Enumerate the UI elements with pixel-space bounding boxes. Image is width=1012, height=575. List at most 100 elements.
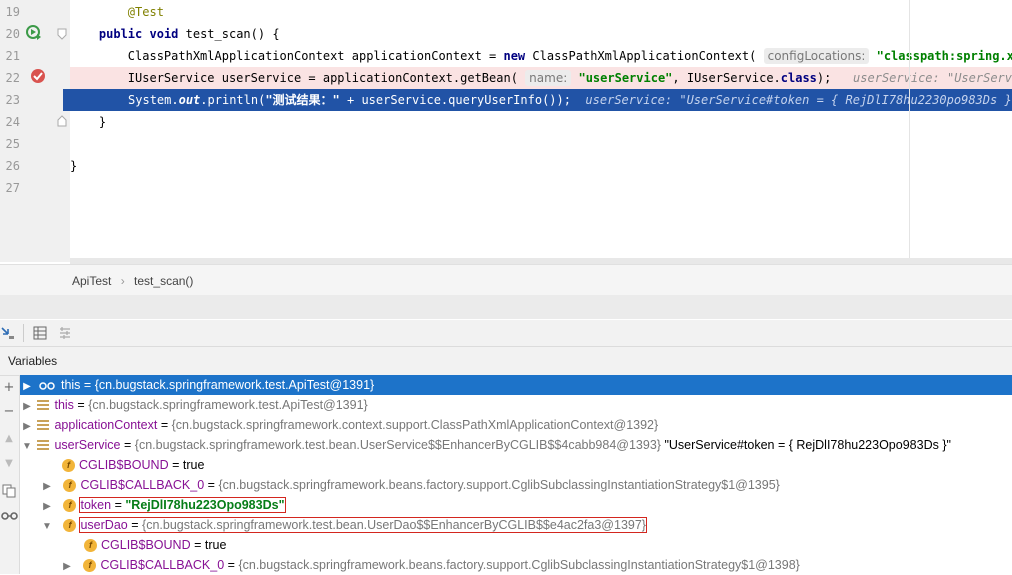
variable-row-cglib-bound[interactable]: f CGLIB$BOUND = true — [20, 455, 1012, 475]
field-icon: f — [63, 479, 77, 493]
code-line-23-current[interactable]: System.out.println("测试结果：" + userService… — [63, 89, 1012, 111]
variable-row-user-dao[interactable]: ▼ f userDao = {cn.bugstack.springframewor… — [20, 515, 1012, 535]
line-number-22: 22 — [5, 71, 20, 85]
expand-arrow-icon[interactable]: ▶ — [20, 397, 34, 415]
variable-value: {cn.bugstack.springframework.test.bean.U… — [134, 438, 661, 452]
run-test-icon[interactable] — [26, 25, 42, 41]
equals-sign: = — [123, 438, 132, 452]
token-highlight: token = "RejDlI78hu223Opo983Ds" — [79, 497, 286, 513]
variable-row-dao-cglib-callback[interactable]: ▶ f CGLIB$CALLBACK_0 = {cn.bugstack.sprin… — [20, 555, 1012, 575]
expand-arrow-icon[interactable]: ▶ — [20, 377, 34, 395]
line-number-24: 24 — [5, 115, 20, 129]
equals-sign: = — [160, 418, 169, 432]
variable-name: userService — [54, 438, 121, 452]
equals-sign: = — [207, 478, 215, 492]
collapse-arrow-icon[interactable]: ▼ — [20, 437, 34, 455]
code-text: , IUserService. — [672, 71, 781, 85]
expand-arrow-icon[interactable]: ▶ — [20, 417, 34, 435]
code-text: } — [98, 115, 107, 129]
panel-divider[interactable] — [0, 295, 1012, 319]
string-literal: "测试结果：" — [265, 93, 340, 107]
keyword: public — [98, 27, 143, 41]
code-text: .println( — [200, 93, 266, 107]
code-editor[interactable]: 19 20 21 22 23 24 25 26 27 @Test public … — [0, 0, 1012, 264]
static-field: out — [178, 93, 201, 107]
code-line-24[interactable]: } — [70, 111, 1012, 133]
breadcrumb-class[interactable]: ApiTest — [72, 274, 111, 288]
variable-name: applicationContext — [54, 418, 158, 432]
breadcrumb-method[interactable]: test_scan() — [134, 274, 193, 288]
code-text: ClassPathXmlApplicationContext applicati… — [127, 49, 504, 63]
variable-name: CGLIB$BOUND — [79, 458, 169, 472]
code-line-22-breakpoint[interactable]: IUserService userService = applicationCo… — [70, 67, 1012, 89]
breakpoint-icon[interactable] — [29, 68, 47, 84]
expand-arrow-icon[interactable]: ▶ — [40, 497, 54, 515]
line-number-20: 20 — [5, 27, 20, 41]
variable-name: CGLIB$CALLBACK_0 — [100, 558, 225, 572]
string-literal: "userService" — [578, 71, 673, 85]
variable-name: this — [60, 378, 81, 392]
variable-value: true — [204, 538, 227, 552]
equals-sign: = — [172, 458, 180, 472]
inline-debug-value: userService: "UserService#to — [853, 71, 1012, 85]
step-into-icon[interactable] — [1, 326, 15, 340]
copy-icon[interactable] — [2, 484, 17, 498]
keyword: new — [503, 49, 526, 63]
equals-sign: = — [131, 518, 139, 532]
glasses-icon[interactable] — [1, 511, 18, 521]
plus-icon[interactable]: + — [1, 380, 17, 396]
keyword: class — [780, 71, 817, 85]
line-number-26: 26 — [5, 159, 20, 173]
collapse-arrow-icon[interactable]: ▼ — [40, 517, 54, 535]
fold-icon[interactable] — [57, 115, 67, 127]
variable-value: {cn.bugstack.springframework.test.ApiTes… — [88, 398, 368, 412]
field-icon: f — [83, 559, 97, 573]
breadcrumb: ApiTest › test_scan() — [0, 264, 1012, 296]
equals-sign: = — [114, 498, 122, 512]
field-icon: f — [63, 499, 77, 513]
line-number-19: 19 — [5, 5, 20, 19]
variable-value: {cn.bugstack.springframework.context.sup… — [171, 418, 659, 432]
settings-icon[interactable] — [58, 326, 72, 340]
code-line-19[interactable]: @Test — [70, 1, 1012, 23]
expand-arrow-icon[interactable]: ▶ — [40, 477, 54, 495]
table-icon[interactable] — [33, 326, 47, 340]
equals-sign: = — [83, 378, 92, 392]
variable-name: CGLIB$BOUND — [101, 538, 191, 552]
minus-icon[interactable]: − — [1, 404, 17, 420]
code-text: } — [70, 159, 78, 173]
expand-arrow-icon[interactable]: ▶ — [60, 557, 74, 575]
variable-name: this — [54, 398, 74, 412]
variable-row-token[interactable]: ▶ f token = "RejDlI78hu223Opo983Ds" — [20, 495, 1012, 515]
down-arrow-icon[interactable]: ▼ — [1, 456, 17, 472]
variable-name: token — [80, 498, 112, 512]
up-arrow-icon[interactable]: ▲ — [1, 431, 17, 447]
variable-value: {cn.bugstack.springframework.test.bean.U… — [142, 518, 646, 532]
equals-sign: = — [194, 538, 202, 552]
variable-row-application-context[interactable]: ▶ applicationContext = {cn.bugstack.spri… — [20, 415, 1012, 435]
toolbar-separator — [23, 324, 24, 342]
code-line-20[interactable]: public void test_scan() { — [70, 23, 1012, 45]
line-number-21: 21 — [5, 49, 20, 63]
code-text: test_scan() { — [178, 27, 280, 41]
code-line-26[interactable]: } — [70, 155, 1012, 177]
variable-row-user-service[interactable]: ▼ userService = {cn.bugstack.springframe… — [20, 435, 1012, 455]
debug-toolbar — [0, 320, 1012, 347]
code-line-21[interactable]: ClassPathXmlApplicationContext applicati… — [70, 45, 1012, 67]
variable-row-dao-cglib-bound[interactable]: f CGLIB$BOUND = true — [20, 535, 1012, 555]
line-number-23: 23 — [5, 93, 20, 107]
variables-side-toolbar: + − ▲ ▼ — [0, 376, 20, 574]
object-icon — [37, 439, 50, 452]
object-icon — [37, 399, 50, 412]
variable-name: userDao — [80, 518, 128, 532]
variable-row-cglib-callback[interactable]: ▶ f CGLIB$CALLBACK_0 = {cn.bugstack.sprin… — [20, 475, 1012, 495]
right-margin-guide — [909, 0, 910, 262]
field-icon: f — [63, 519, 77, 533]
fold-icon[interactable] — [57, 28, 67, 40]
line-number-27: 27 — [5, 181, 20, 195]
watch-icon — [39, 381, 56, 390]
variable-row-this[interactable]: ▶ this = {cn.bugstack.springframework.te… — [20, 395, 1012, 415]
variable-row-watch-this[interactable]: ▶ this = {cn.bugstack.springframework.te… — [20, 375, 1012, 395]
code-text: IUserService userService = applicationCo… — [127, 71, 518, 85]
parameter-hint: configLocations: — [763, 48, 870, 64]
